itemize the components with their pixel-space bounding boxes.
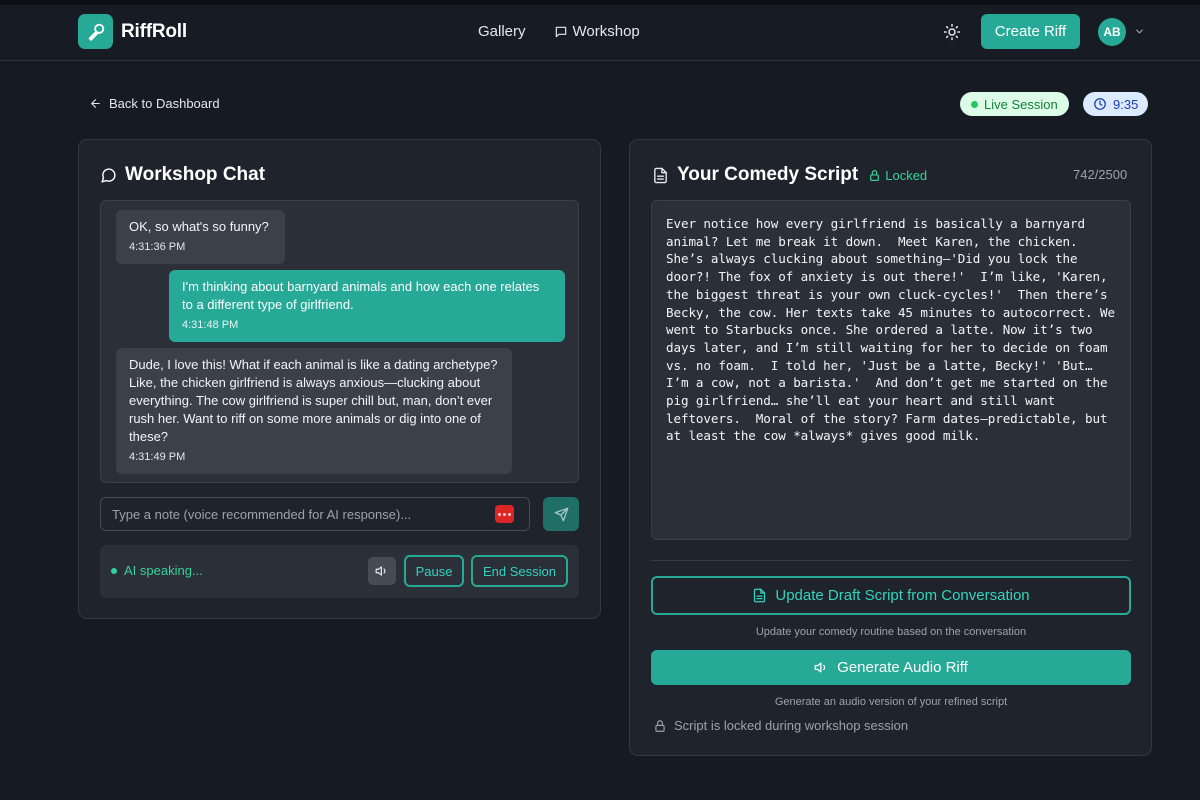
script-title: Your Comedy Script Locked: [652, 164, 927, 186]
app-header: RiffRoll Gallery Workshop Create Riff AB: [0, 5, 1200, 61]
message-text: OK, so what's so funny?: [129, 219, 269, 234]
live-label: Live Session: [984, 96, 1058, 112]
lock-icon: [655, 719, 665, 732]
main-nav: Gallery Workshop: [478, 23, 640, 40]
nav-gallery-label: Gallery: [478, 23, 526, 40]
timer-value: 9:35: [1113, 96, 1139, 112]
workshop-chat-panel: Workshop Chat OK, so what's so funny? 4:…: [78, 139, 601, 619]
microphone-icon: [78, 14, 113, 49]
theme-toggle-button[interactable]: [938, 18, 966, 46]
live-session-badge: Live Session: [960, 92, 1069, 116]
lock-note-text: Script is locked during workshop session: [674, 718, 909, 733]
chat-message-user: I'm thinking about barnyard animals and …: [169, 270, 565, 342]
message-circle-icon: [101, 167, 116, 183]
file-text-icon: [754, 588, 766, 603]
session-status-bar: AI speaking... Pause End Session: [100, 545, 579, 598]
nav-workshop-label: Workshop: [572, 23, 640, 40]
locked-badge: Locked: [868, 168, 927, 183]
send-button[interactable]: [543, 497, 579, 531]
volume-button[interactable]: [368, 557, 396, 585]
lock-icon: [870, 169, 880, 181]
end-session-button[interactable]: End Session: [471, 555, 568, 587]
comedy-script-panel: Your Comedy Script Locked 742/2500 Ever …: [629, 139, 1152, 756]
file-text-icon: [654, 167, 667, 183]
chat-message-ai: OK, so what's so funny? 4:31:36 PM: [116, 210, 285, 264]
message-time: 4:31:48 PM: [182, 319, 239, 331]
create-riff-button[interactable]: Create Riff: [981, 14, 1080, 49]
back-to-dashboard-link[interactable]: Back to Dashboard: [89, 96, 220, 111]
update-caption: Update your comedy routine based on the …: [755, 626, 1027, 638]
message-text: I'm thinking about barnyard animals and …: [182, 279, 540, 312]
clock-icon: [1094, 98, 1106, 110]
volume-icon: [814, 662, 826, 673]
script-title-text: Your Comedy Script: [677, 164, 859, 185]
nav-gallery[interactable]: Gallery: [478, 23, 526, 40]
back-label: Back to Dashboard: [109, 96, 220, 111]
message-time: 4:31:49 PM: [129, 451, 186, 463]
note-input-wrapper: [100, 497, 530, 531]
script-textarea[interactable]: Ever notice how every girlfriend is basi…: [651, 200, 1131, 540]
chat-message-ai: Dude, I love this! What if each animal i…: [116, 348, 512, 474]
sun-icon: [943, 23, 961, 41]
send-icon: [554, 507, 568, 521]
chat-title: Workshop Chat: [100, 164, 265, 186]
pause-button[interactable]: Pause: [404, 555, 464, 587]
chat-title-text: Workshop Chat: [125, 164, 266, 185]
chat-bubble-icon: [555, 26, 566, 37]
update-draft-script-button[interactable]: Update Draft Script from Conversation: [651, 576, 1131, 615]
status-dot: [111, 567, 117, 574]
message-time: 4:31:36 PM: [129, 241, 186, 253]
character-count: 742/2500: [1073, 167, 1128, 182]
script-lock-note: Script is locked during workshop session: [653, 718, 908, 733]
locked-label: Locked: [885, 167, 928, 183]
divider: [651, 560, 1131, 561]
brand[interactable]: RiffRoll: [78, 14, 187, 49]
ai-status-text: AI speaking...: [124, 563, 203, 578]
generate-label: Generate Audio Riff: [837, 659, 968, 676]
generate-caption: Generate an audio version of your refine…: [774, 696, 1008, 708]
chevron-down-icon[interactable]: [1134, 26, 1145, 37]
brand-name: RiffRoll: [121, 20, 187, 42]
update-label: Update Draft Script from Conversation: [775, 587, 1030, 604]
recording-indicator-icon[interactable]: [495, 505, 514, 523]
generate-audio-riff-button[interactable]: Generate Audio Riff: [651, 650, 1131, 685]
session-timer-badge: 9:35: [1083, 92, 1149, 116]
live-dot: [971, 100, 978, 108]
ai-status: AI speaking...: [111, 563, 203, 578]
message-text: Dude, I love this! What if each animal i…: [129, 357, 498, 444]
avatar[interactable]: AB: [1098, 18, 1126, 46]
arrow-left-icon: [91, 99, 100, 108]
chat-messages[interactable]: OK, so what's so funny? 4:31:36 PM I'm t…: [100, 200, 579, 483]
nav-workshop[interactable]: Workshop: [554, 23, 640, 40]
note-input[interactable]: [101, 498, 491, 530]
volume-icon: [375, 566, 386, 576]
